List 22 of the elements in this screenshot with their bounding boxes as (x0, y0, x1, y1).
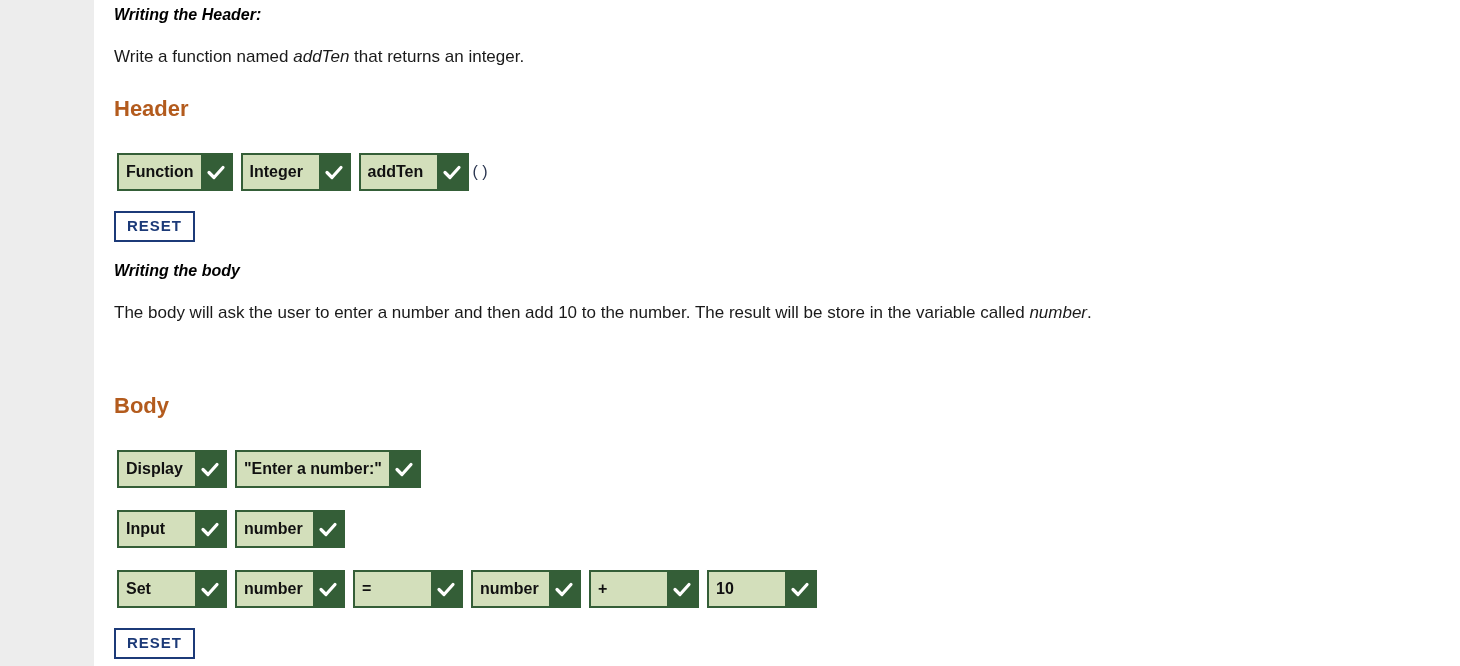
code-block[interactable]: "Enter a number:" (235, 450, 421, 488)
section-title: Writing the Header: (114, 5, 263, 25)
code-block[interactable]: number (235, 570, 345, 608)
code-block[interactable]: Input (117, 510, 227, 548)
code-block[interactable]: Integer (240, 153, 351, 191)
code-block[interactable]: number (235, 510, 345, 548)
section-title: Writing the body (114, 261, 242, 281)
code-block[interactable]: 10 (707, 570, 817, 608)
section-heading: Body (114, 392, 169, 420)
parentheses-text: ( ) (472, 162, 488, 182)
code-block[interactable]: addTen (358, 153, 469, 191)
reset-button[interactable]: RESET (114, 628, 195, 659)
code-block[interactable]: number (471, 570, 581, 608)
code-block[interactable]: Set (117, 570, 227, 608)
code-block[interactable]: = (353, 570, 463, 608)
reset-button[interactable]: RESET (114, 211, 195, 242)
code-block[interactable]: Display (117, 450, 227, 488)
instruction-text: The body will ask the user to enter a number and then add 10 to the number. The result will be store in the variable called number. (114, 302, 1092, 324)
code-block[interactable]: + (589, 570, 699, 608)
code-block[interactable]: Function (117, 153, 233, 191)
instruction-text: Write a function named addTen that returns an integer. (114, 46, 526, 68)
section-heading: Header (114, 95, 189, 123)
